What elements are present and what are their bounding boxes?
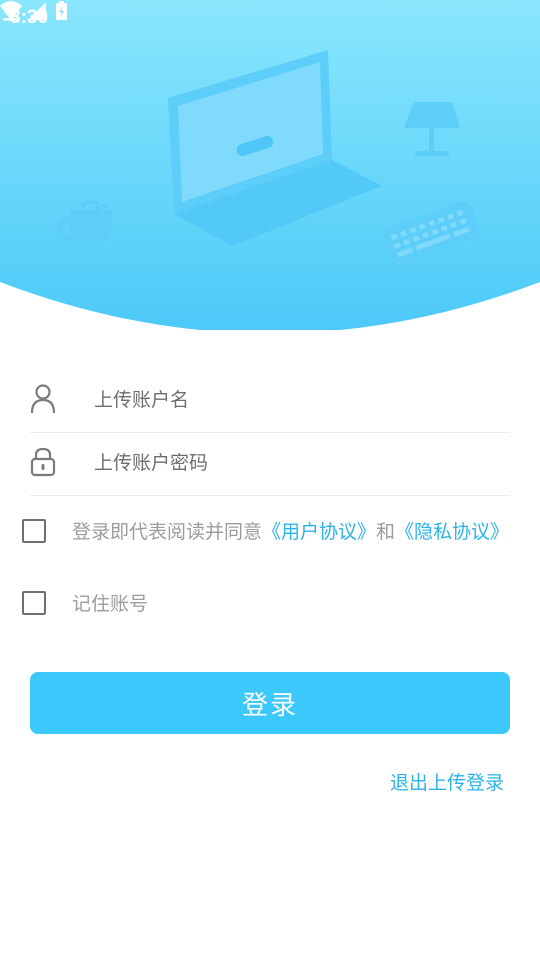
login-button[interactable]: 登录 bbox=[30, 672, 510, 734]
header-banner: 8:30 bbox=[0, 0, 540, 330]
password-row bbox=[30, 433, 510, 496]
exit-upload-login-link[interactable]: 退出上传登录 bbox=[390, 768, 504, 795]
lock-icon bbox=[30, 447, 56, 477]
username-input[interactable] bbox=[94, 380, 494, 420]
remember-checkbox[interactable] bbox=[22, 591, 46, 615]
signal-icon bbox=[28, 2, 46, 20]
agreement-prefix: 登录即代表阅读并同意 bbox=[72, 521, 263, 543]
remember-label: 记住账号 bbox=[72, 593, 149, 615]
username-row bbox=[30, 370, 510, 433]
agreement-conjunction: 和 bbox=[376, 521, 396, 543]
wifi-icon bbox=[0, 1, 22, 20]
privacy-policy-link[interactable]: 《隐私协议》 bbox=[395, 521, 509, 543]
status-icons bbox=[0, 1, 67, 20]
user-icon bbox=[30, 384, 56, 414]
laptop-workspace-illustration bbox=[0, 0, 540, 330]
agreement-checkbox[interactable] bbox=[22, 519, 46, 543]
status-bar: 8:30 bbox=[0, 0, 540, 36]
battery-charging-icon bbox=[56, 1, 67, 20]
agreement-text: 登录即代表阅读并同意《用户协议》和《隐私协议》 bbox=[72, 519, 509, 545]
user-agreement-link[interactable]: 《用户协议》 bbox=[262, 521, 376, 543]
password-input[interactable] bbox=[94, 443, 494, 483]
